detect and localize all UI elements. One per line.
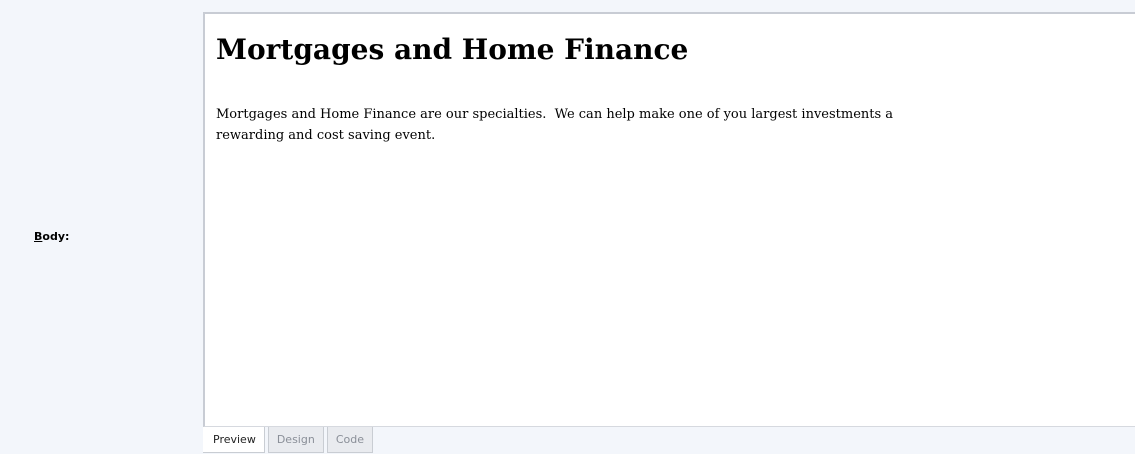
body-field-label: Body:	[34, 230, 69, 243]
content-paragraph: Mortgages and Home Finance are our speci…	[216, 107, 894, 143]
tab-code[interactable]: Code	[326, 427, 373, 453]
tab-design[interactable]: Design	[267, 427, 324, 453]
editor-preview-area[interactable]: Mortgages and Home Finance Mortgages and…	[203, 12, 1135, 427]
editor-mode-tabs: Preview Design Code	[203, 427, 376, 454]
tab-preview[interactable]: Preview	[203, 427, 265, 453]
body-label-text: ody:	[42, 230, 70, 243]
content-heading: Mortgages and Home Finance	[216, 33, 689, 66]
html-field-editor: Body: Mortgages and Home Finance Mortgag…	[0, 0, 1135, 454]
